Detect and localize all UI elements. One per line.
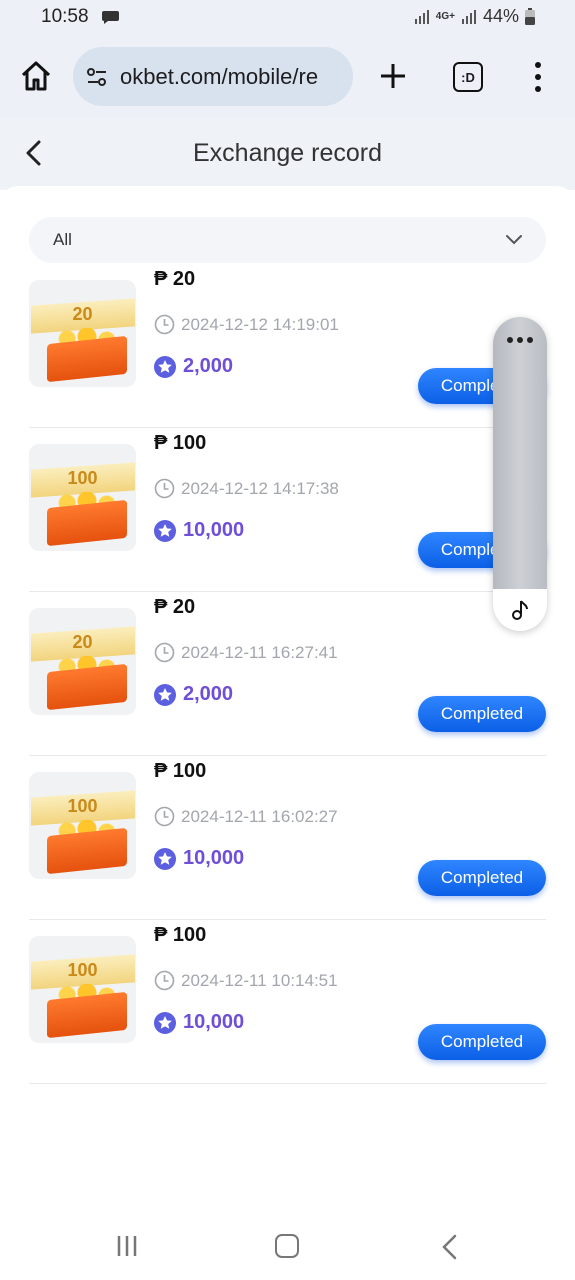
- clock-icon: [154, 478, 175, 499]
- record-time: 2024-12-12 14:19:01: [181, 314, 339, 334]
- signal-icon-2: [461, 9, 476, 24]
- chevron-down-icon[interactable]: [504, 232, 524, 246]
- reward-image: 20: [29, 608, 136, 715]
- record-points: 10,000: [183, 1011, 245, 1033]
- points-star-icon: [154, 683, 176, 706]
- new-tab-icon[interactable]: [378, 61, 408, 91]
- home-icon[interactable]: [18, 58, 54, 94]
- system-nav-bar: [0, 1216, 575, 1280]
- reward-image: 100: [29, 772, 136, 879]
- record-points: 10,000: [183, 847, 245, 869]
- back-nav-icon[interactable]: [440, 1234, 458, 1260]
- record-item: 100 ₱ 100 2024-12-12 14:17:38 10,000 Com…: [29, 428, 546, 592]
- record-item: 100 ₱ 100 2024-12-11 16:02:27 10,000 Com…: [29, 756, 546, 920]
- clock-icon: [154, 314, 175, 335]
- record-time: 2024-12-11 16:02:27: [181, 806, 338, 826]
- record-item: 100 ₱ 100 2024-12-11 10:14:51 10,000 Com…: [29, 920, 546, 1084]
- record-amount: ₱ 100: [154, 432, 207, 454]
- battery-icon: [525, 8, 535, 25]
- chat-icon: [102, 11, 119, 24]
- status-badge: Completed: [418, 860, 546, 896]
- record-points: 2,000: [183, 355, 234, 377]
- reward-image: 100: [29, 936, 136, 1043]
- floating-widget-panel[interactable]: [493, 317, 547, 631]
- record-time: 2024-12-11 10:14:51: [181, 970, 338, 990]
- home-button-icon[interactable]: [275, 1234, 299, 1258]
- points-star-icon: [154, 1011, 176, 1034]
- music-note-icon[interactable]: [493, 589, 547, 631]
- clock-icon: [154, 806, 175, 827]
- record-amount: ₱ 20: [154, 596, 196, 618]
- clock-icon: [154, 970, 175, 991]
- clock-icon: [154, 642, 175, 663]
- site-settings-icon[interactable]: [84, 64, 110, 90]
- record-item: 20 ₱ 20 2024-12-11 16:27:41 2,000 Comple…: [29, 592, 546, 756]
- recent-apps-icon[interactable]: [115, 1234, 139, 1258]
- url-bar[interactable]: okbet.com/mobile/re: [73, 47, 353, 106]
- record-amount: ₱ 100: [154, 760, 207, 782]
- filter-selected-value[interactable]: All: [53, 230, 72, 250]
- status-time: 10:58: [41, 6, 89, 27]
- status-bar: 10:58 4G+ 44%: [0, 0, 575, 36]
- points-star-icon: [154, 519, 176, 542]
- record-time: 2024-12-12 14:17:38: [181, 478, 339, 498]
- battery-percent: 44%: [482, 6, 519, 26]
- points-star-icon: [154, 847, 176, 870]
- url-text[interactable]: okbet.com/mobile/re: [120, 64, 318, 90]
- record-amount: ₱ 20: [154, 268, 196, 290]
- record-amount: ₱ 100: [154, 924, 207, 946]
- status-badge: Completed: [418, 696, 546, 732]
- page-header: Exchange record: [0, 118, 575, 190]
- reward-image: 20: [29, 280, 136, 387]
- page-title: Exchange record: [192, 139, 382, 167]
- record-item: 20 ₱ 20 2024-12-12 14:19:01 2,000 Comple…: [29, 264, 546, 428]
- record-time: 2024-12-11 16:27:41: [181, 642, 338, 662]
- signal-icon: [414, 9, 429, 24]
- record-points: 2,000: [183, 683, 234, 705]
- network-type: 4G+: [435, 10, 455, 22]
- tab-switcher-button[interactable]: :D: [453, 62, 483, 92]
- reward-image: 100: [29, 444, 136, 551]
- more-menu-icon[interactable]: [529, 62, 547, 92]
- more-dots-icon[interactable]: [493, 337, 547, 343]
- status-badge: Completed: [418, 1024, 546, 1060]
- filter-dropdown[interactable]: All: [29, 217, 546, 263]
- record-points: 10,000: [183, 519, 245, 541]
- points-star-icon: [154, 355, 176, 378]
- browser-toolbar: okbet.com/mobile/re :D: [0, 36, 575, 118]
